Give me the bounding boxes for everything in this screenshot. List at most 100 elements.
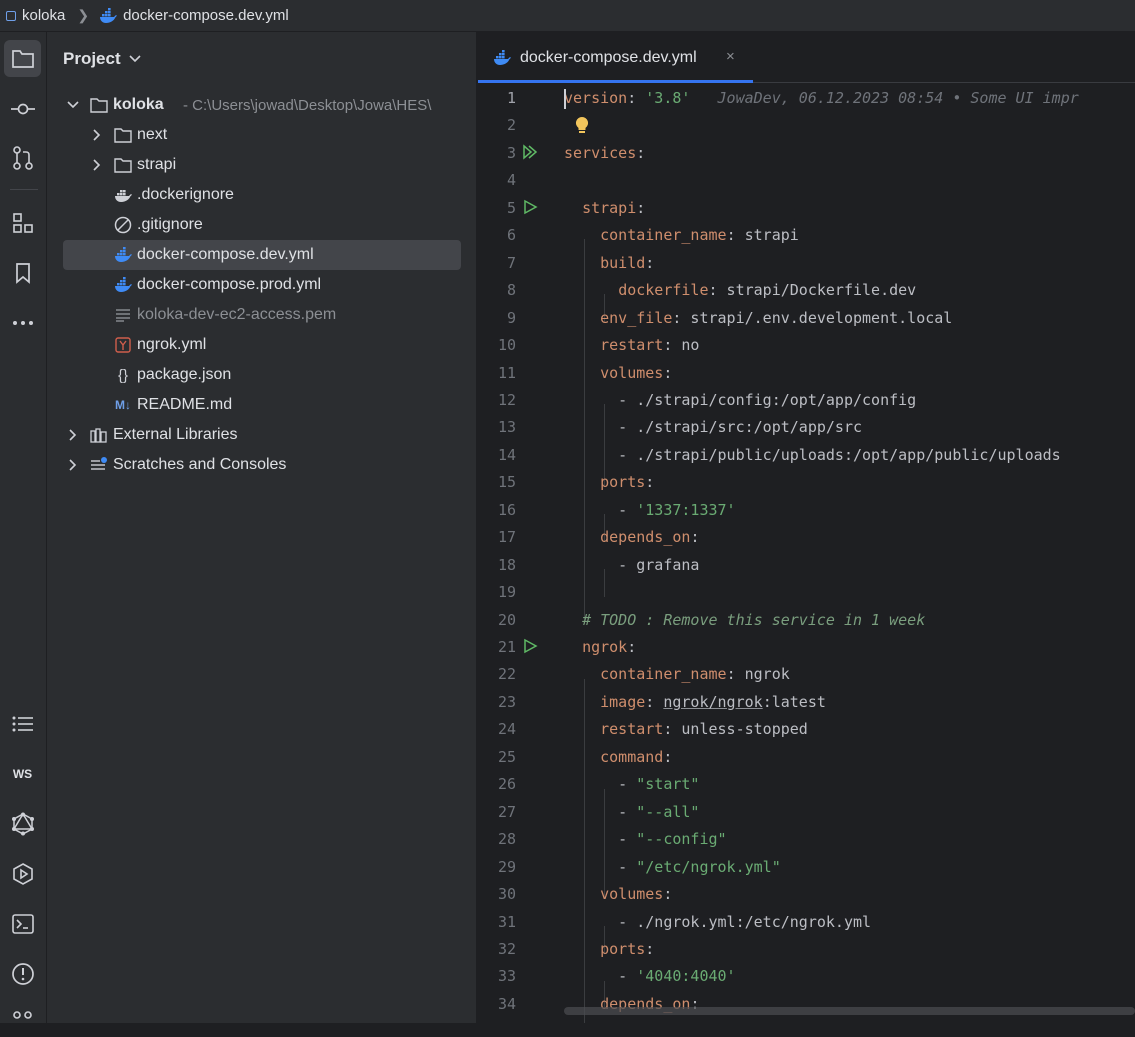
code-line[interactable]: 29 - "/etc/ngrok.yml" bbox=[478, 854, 1135, 881]
line-number: 22 bbox=[497, 665, 516, 683]
code-line[interactable]: 4 bbox=[478, 167, 1135, 194]
tree-item-ngrok-yml[interactable]: ngrok.yml bbox=[47, 330, 476, 360]
code-line[interactable]: 1 version: '3.8' JowaDev, 06.12.2023 08:5… bbox=[478, 85, 1135, 112]
code-text: restart: unless-stopped bbox=[600, 720, 808, 738]
code-text: services: bbox=[564, 144, 646, 162]
tree-item-readme[interactable]: M↓ README.md bbox=[47, 390, 476, 420]
chevron-right-icon[interactable] bbox=[66, 428, 80, 442]
tree-root-path: - C:\Users\jowad\Desktop\Jowa\HES\ bbox=[183, 96, 432, 114]
yaml-icon bbox=[114, 336, 132, 354]
code-line[interactable]: 9 env_file: strapi/.env.development.loca… bbox=[478, 305, 1135, 332]
tree-item-external-libraries[interactable]: External Libraries bbox=[47, 420, 476, 450]
code-line[interactable]: 2 bbox=[478, 112, 1135, 139]
commit-icon[interactable] bbox=[4, 90, 41, 127]
chevron-right-icon[interactable] bbox=[66, 458, 80, 472]
inline-blame: JowaDev, 06.12.2023 08:54 • Some UI impr bbox=[690, 89, 1079, 107]
tree-item-label: docker-compose.dev.yml bbox=[137, 246, 314, 263]
code-line[interactable]: 14 - ./strapi/public/uploads:/opt/app/pu… bbox=[478, 442, 1135, 469]
graphql-icon[interactable] bbox=[4, 805, 41, 842]
bookmarks-icon[interactable] bbox=[4, 254, 41, 291]
pull-requests-icon[interactable] bbox=[4, 139, 41, 176]
horizontal-scrollbar[interactable] bbox=[564, 1007, 1135, 1015]
code-line[interactable]: 27 - "--all" bbox=[478, 799, 1135, 826]
tree-item-label: package.json bbox=[137, 366, 232, 383]
code-text: version: '3.8' JowaDev, 06.12.2023 08:54… bbox=[564, 89, 1079, 107]
code-line[interactable]: 24 restart: unless-stopped bbox=[478, 716, 1135, 743]
code-line[interactable]: 16 - '1337:1337' bbox=[478, 497, 1135, 524]
docker-icon bbox=[493, 50, 511, 71]
code-text: strapi: bbox=[582, 199, 646, 217]
tree-item-docker-compose-dev[interactable]: docker-compose.dev.yml bbox=[63, 240, 461, 270]
code-line[interactable]: 30 volumes: bbox=[478, 881, 1135, 908]
git-icon[interactable] bbox=[4, 1000, 41, 1037]
code-line[interactable]: 19 bbox=[478, 579, 1135, 606]
code-line[interactable]: 26 - "start" bbox=[478, 771, 1135, 798]
code-line[interactable]: 13 - ./strapi/src:/opt/app/src bbox=[478, 414, 1135, 441]
code-line[interactable]: 7 build: bbox=[478, 250, 1135, 277]
code-line[interactable]: 6 container_name: strapi bbox=[478, 222, 1135, 249]
tree-item-scratches[interactable]: Scratches and Consoles bbox=[47, 450, 476, 480]
services-run-icon[interactable] bbox=[4, 855, 41, 892]
tree-item-strapi[interactable]: strapi bbox=[47, 150, 476, 180]
code-line[interactable]: 33 - '4040:4040' bbox=[478, 963, 1135, 990]
code-line[interactable]: 17 depends_on: bbox=[478, 524, 1135, 551]
line-number: 20 bbox=[497, 611, 516, 629]
problems-icon[interactable] bbox=[4, 955, 41, 992]
code-line[interactable]: 25 command: bbox=[478, 744, 1135, 771]
code-line[interactable]: 23 image: ngrok/ngrok:latest bbox=[478, 689, 1135, 716]
code-text: - ./ngrok.yml:/etc/ngrok.yml bbox=[564, 913, 872, 931]
code-line[interactable]: 22 container_name: ngrok bbox=[478, 661, 1135, 688]
editor: docker-compose.dev.yml × 1 version: '3.8'… bbox=[478, 32, 1135, 1023]
code-line[interactable]: 10 restart: no bbox=[478, 332, 1135, 359]
code-line[interactable]: 32 ports: bbox=[478, 936, 1135, 963]
line-number: 1 bbox=[506, 89, 516, 107]
line-number: 26 bbox=[497, 775, 516, 793]
chevron-right-icon[interactable] bbox=[90, 128, 104, 142]
tree-item-pem[interactable]: koloka-dev-ec2-access.pem bbox=[47, 300, 476, 330]
chevron-right-icon[interactable] bbox=[90, 158, 104, 172]
breadcrumb-project[interactable]: koloka bbox=[22, 7, 65, 24]
code-line[interactable]: 21 ngrok: bbox=[478, 634, 1135, 661]
tree-item-next[interactable]: next bbox=[47, 120, 476, 150]
chevron-down-icon[interactable] bbox=[66, 98, 80, 112]
run-icon[interactable] bbox=[522, 638, 538, 658]
code-text: - ./strapi/config:/opt/app/config bbox=[564, 391, 917, 409]
todo-icon[interactable] bbox=[4, 705, 41, 742]
tree-item-gitignore[interactable]: .gitignore bbox=[47, 210, 476, 240]
breadcrumb: koloka ❯ docker-compose.dev.yml bbox=[0, 0, 1135, 32]
tab-docker-compose-dev[interactable]: docker-compose.dev.yml × bbox=[478, 32, 753, 83]
code-text: image: ngrok/ngrok:latest bbox=[600, 693, 826, 711]
code-line[interactable]: 12 - ./strapi/config:/opt/app/config bbox=[478, 387, 1135, 414]
ws-icon[interactable]: WS bbox=[4, 755, 41, 792]
code-line[interactable]: 11 volumes: bbox=[478, 360, 1135, 387]
code-line[interactable]: 5 strapi: bbox=[478, 195, 1135, 222]
structure-icon[interactable] bbox=[4, 204, 41, 241]
tree-item-label: .gitignore bbox=[137, 216, 203, 233]
terminal-icon[interactable] bbox=[4, 905, 41, 942]
code-line[interactable]: 18 - grafana bbox=[478, 552, 1135, 579]
tree-item-docker-compose-prod[interactable]: docker-compose.prod.yml bbox=[47, 270, 476, 300]
code-line[interactable]: 3 services: bbox=[478, 140, 1135, 167]
code-line[interactable]: 28 - "--config" bbox=[478, 826, 1135, 853]
run-icon[interactable] bbox=[522, 199, 538, 219]
tree-item-package-json[interactable]: {} package.json bbox=[47, 360, 476, 390]
project-title[interactable]: Project bbox=[63, 49, 141, 69]
tool-window-bar: WS bbox=[0, 32, 47, 1023]
markdown-icon: M↓ bbox=[115, 398, 131, 412]
more-icon[interactable] bbox=[4, 304, 41, 341]
code-line[interactable]: 8 dockerfile: strapi/Dockerfile.dev bbox=[478, 277, 1135, 304]
code-line[interactable]: 20 # TODO : Remove this service in 1 wee… bbox=[478, 607, 1135, 634]
code-line[interactable]: 31 - ./ngrok.yml:/etc/ngrok.yml bbox=[478, 909, 1135, 936]
code-text: - "/etc/ngrok.yml" bbox=[564, 858, 781, 876]
tree-item-dockerignore[interactable]: .dockerignore bbox=[47, 180, 476, 210]
lightbulb-icon[interactable] bbox=[574, 116, 590, 138]
code-text: - '4040:4040' bbox=[564, 967, 736, 985]
tree-root-koloka[interactable]: koloka - C:\Users\jowad\Desktop\Jowa\HES… bbox=[47, 90, 476, 120]
code-line[interactable]: 15 ports: bbox=[478, 469, 1135, 496]
run-all-icon[interactable] bbox=[522, 144, 538, 164]
breadcrumb-file[interactable]: docker-compose.dev.yml bbox=[123, 7, 289, 24]
close-icon[interactable]: × bbox=[726, 48, 735, 65]
project-folder-icon[interactable] bbox=[4, 40, 41, 77]
line-number: 8 bbox=[506, 281, 516, 299]
line-number: 33 bbox=[497, 967, 516, 985]
